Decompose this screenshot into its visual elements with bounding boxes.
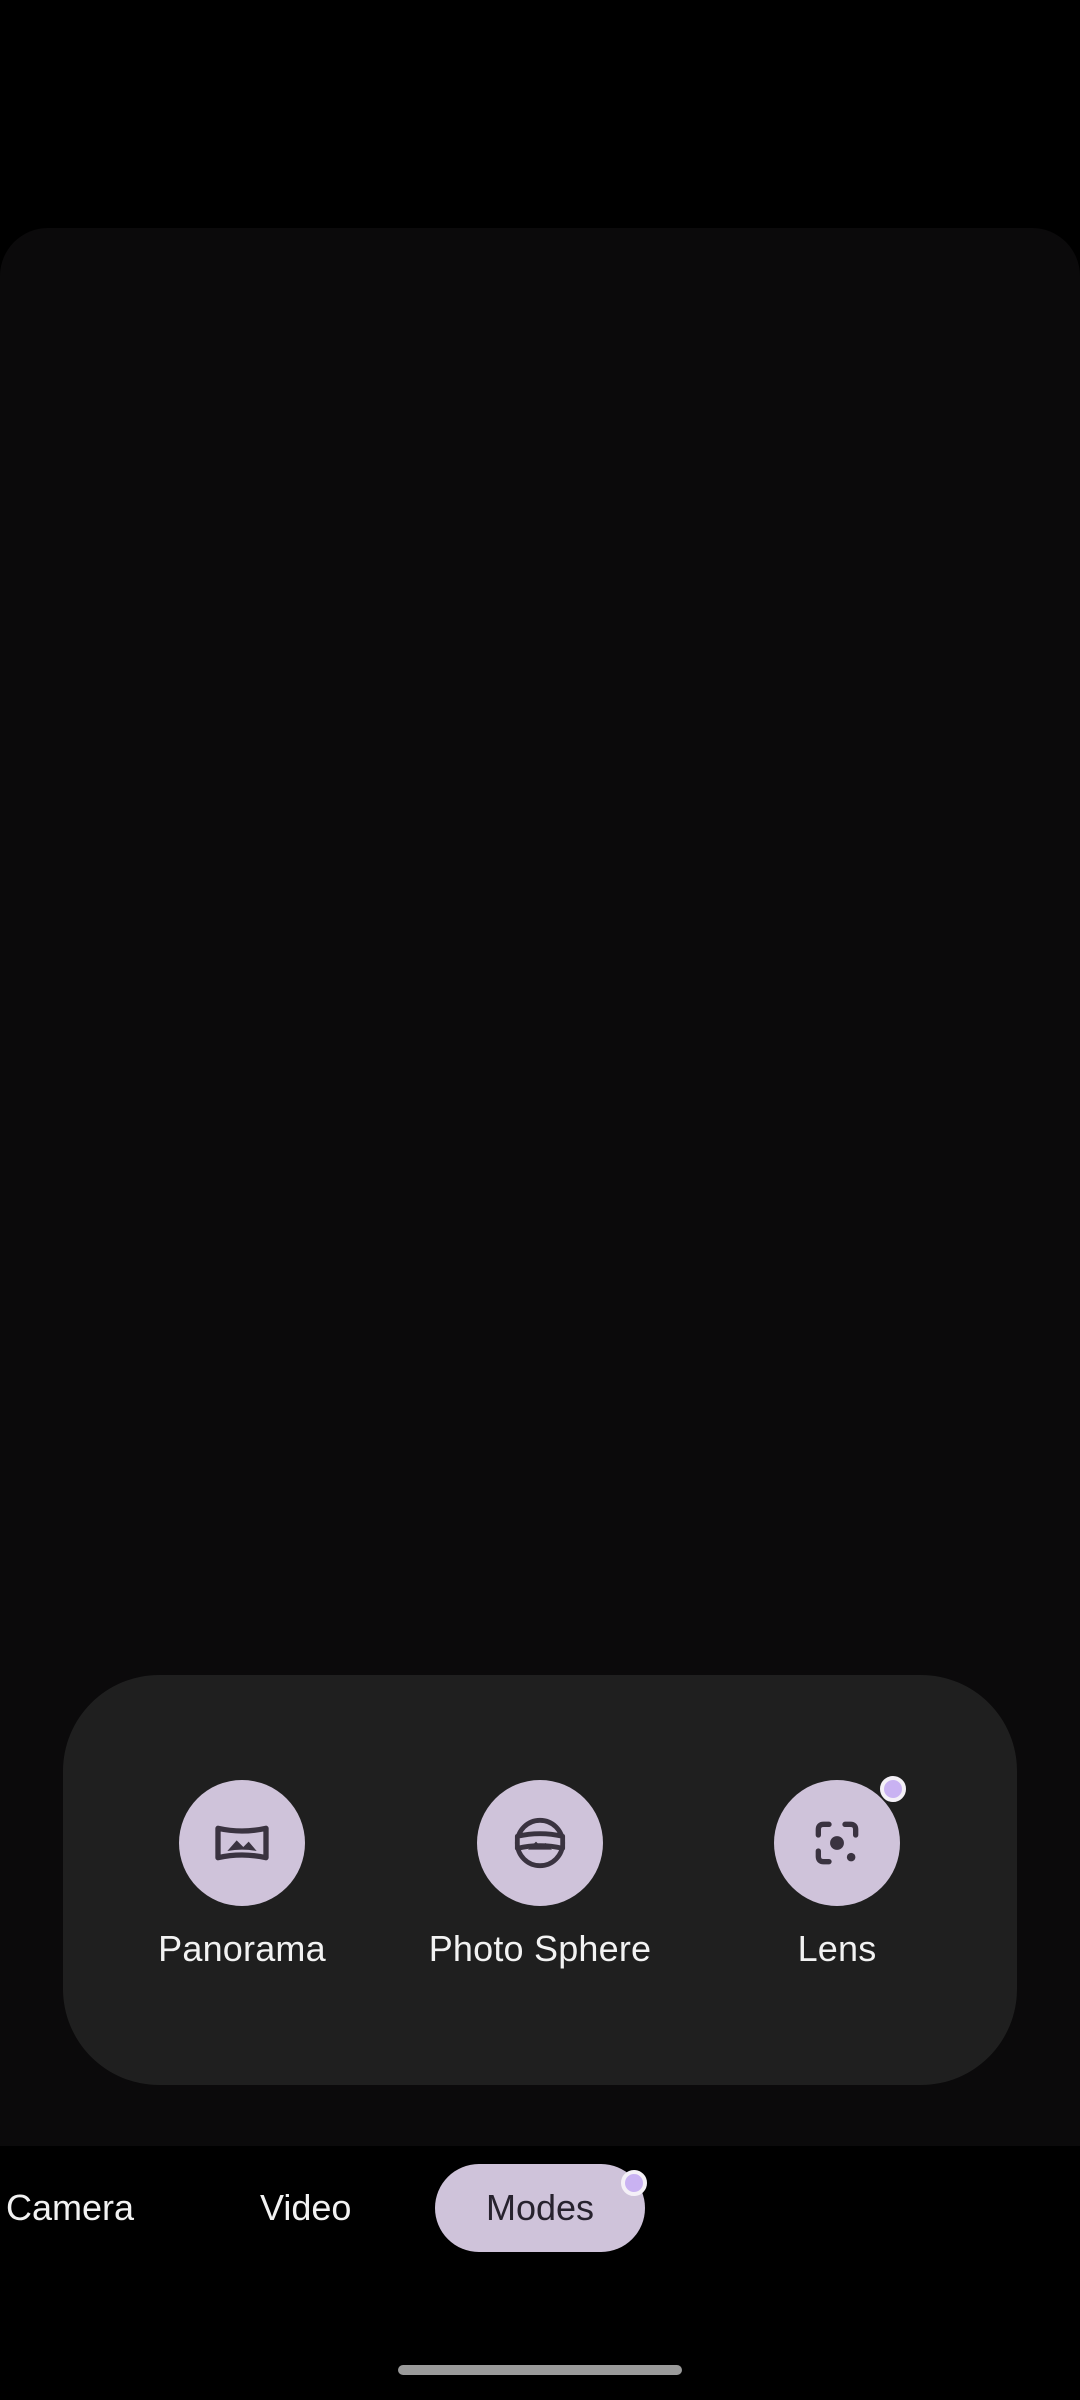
mode-photo-sphere-circle[interactable] — [477, 1780, 603, 1906]
mode-lens-button[interactable]: Lens — [687, 1776, 987, 2000]
lens-icon — [815, 1821, 859, 1865]
mode-photo-sphere-button[interactable]: Photo Sphere — [390, 1780, 690, 2000]
modes-new-badge — [621, 2170, 647, 2196]
mode-tab-bar: Camera Video Modes — [0, 2146, 1080, 2266]
panorama-icon — [215, 1825, 269, 1861]
photo-sphere-icon — [514, 1817, 566, 1869]
lens-new-badge — [880, 1776, 906, 1802]
tab-modes[interactable]: Modes — [435, 2164, 647, 2252]
tab-video[interactable]: Video — [260, 2164, 351, 2252]
tab-camera[interactable]: Camera — [6, 2164, 134, 2252]
mode-lens-circle[interactable] — [774, 1780, 900, 1906]
mode-photo-sphere-label: Photo Sphere — [428, 1928, 652, 1969]
tab-modes-label: Modes — [485, 2187, 595, 2228]
mode-panorama-button[interactable]: Panorama — [92, 1780, 392, 2000]
mode-panorama-label: Panorama — [158, 1928, 326, 1969]
mode-panorama-circle[interactable] — [179, 1780, 305, 1906]
modes-panel: Panorama Photo Sphere Lens — [63, 1675, 1017, 2085]
home-indicator[interactable] — [398, 2365, 682, 2375]
mode-lens-label: Lens — [797, 1928, 877, 1969]
